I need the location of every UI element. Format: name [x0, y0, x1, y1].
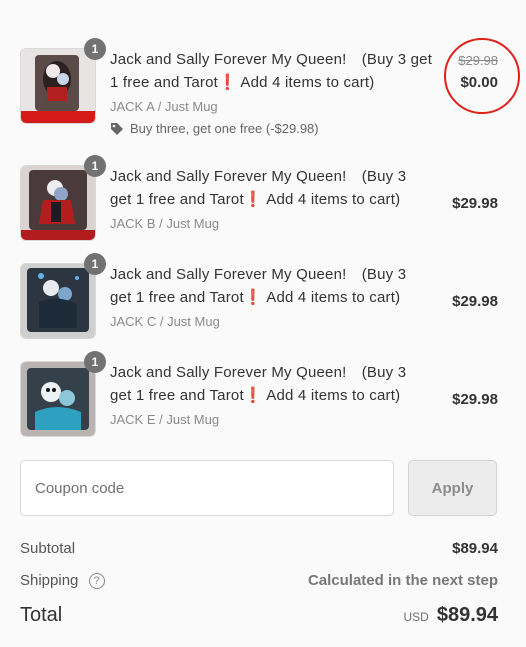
quantity-badge: 1 [84, 38, 106, 60]
item-price: $29.98 [452, 293, 498, 310]
product-title: Jack and Sally Forever My Queen! (Buy 3 … [110, 266, 407, 306]
product-title: Jack and Sally Forever My Queen! (Buy 3 … [110, 168, 407, 208]
item-price: $29.98 [452, 391, 498, 408]
help-icon[interactable]: ? [88, 573, 105, 590]
mug-image [21, 264, 95, 338]
total-label: Total [20, 604, 63, 626]
product-thumbnail[interactable]: 1 [20, 38, 106, 124]
exclamation-icon: ❗ [243, 191, 263, 208]
product-title: Jack and Sally Forever My Queen! (Buy 3 … [110, 51, 433, 91]
product-thumbnail[interactable]: 1 [20, 155, 106, 241]
discount-text: Buy three, get one free (-$29.98) [130, 121, 319, 136]
subtotal-row: Subtotal $89.94 [20, 540, 498, 557]
product-thumbnail[interactable]: 1 [20, 351, 106, 437]
quantity-badge: 1 [84, 351, 106, 373]
product-title: Jack and Sally Forever My Queen! (Buy 3 … [110, 364, 407, 404]
coupon-code-input[interactable] [20, 460, 394, 516]
highlight-circle [444, 38, 520, 114]
product-variant: JACK C / Just Mug [110, 314, 220, 329]
shipping-label: Shipping [20, 572, 79, 589]
product-variant: JACK A / Just Mug [110, 99, 218, 114]
product-variant: JACK B / Just Mug [110, 216, 220, 231]
product-thumbnail[interactable]: 1 [20, 253, 106, 339]
exclamation-icon: ❗ [218, 74, 237, 91]
currency-code: USD [403, 610, 429, 624]
tag-icon [110, 122, 124, 136]
mug-image [21, 166, 95, 240]
apply-coupon-button[interactable]: Apply [408, 460, 497, 516]
quantity-badge: 1 [84, 155, 106, 177]
exclamation-icon: ❗ [243, 289, 263, 306]
total-row: Total USD $89.94 [20, 604, 498, 627]
product-variant: JACK E / Just Mug [110, 412, 220, 427]
item-price: $29.98 [452, 195, 498, 212]
subtotal-value: $89.94 [452, 540, 498, 557]
shipping-row: Shipping ? Calculated in the next step [20, 572, 498, 590]
mug-image [21, 49, 95, 123]
total-value: $89.94 [436, 604, 498, 626]
shipping-value: Calculated in the next step [307, 572, 498, 590]
shipping-label-wrap: Shipping ? [20, 572, 105, 590]
subtotal-label: Subtotal [20, 540, 76, 557]
quantity-badge: 1 [84, 253, 106, 275]
mug-image [21, 362, 95, 436]
exclamation-icon: ❗ [243, 387, 263, 404]
discount-line: Buy three, get one free (-$29.98) [110, 121, 442, 136]
total-amount: USD $89.94 [403, 604, 498, 627]
